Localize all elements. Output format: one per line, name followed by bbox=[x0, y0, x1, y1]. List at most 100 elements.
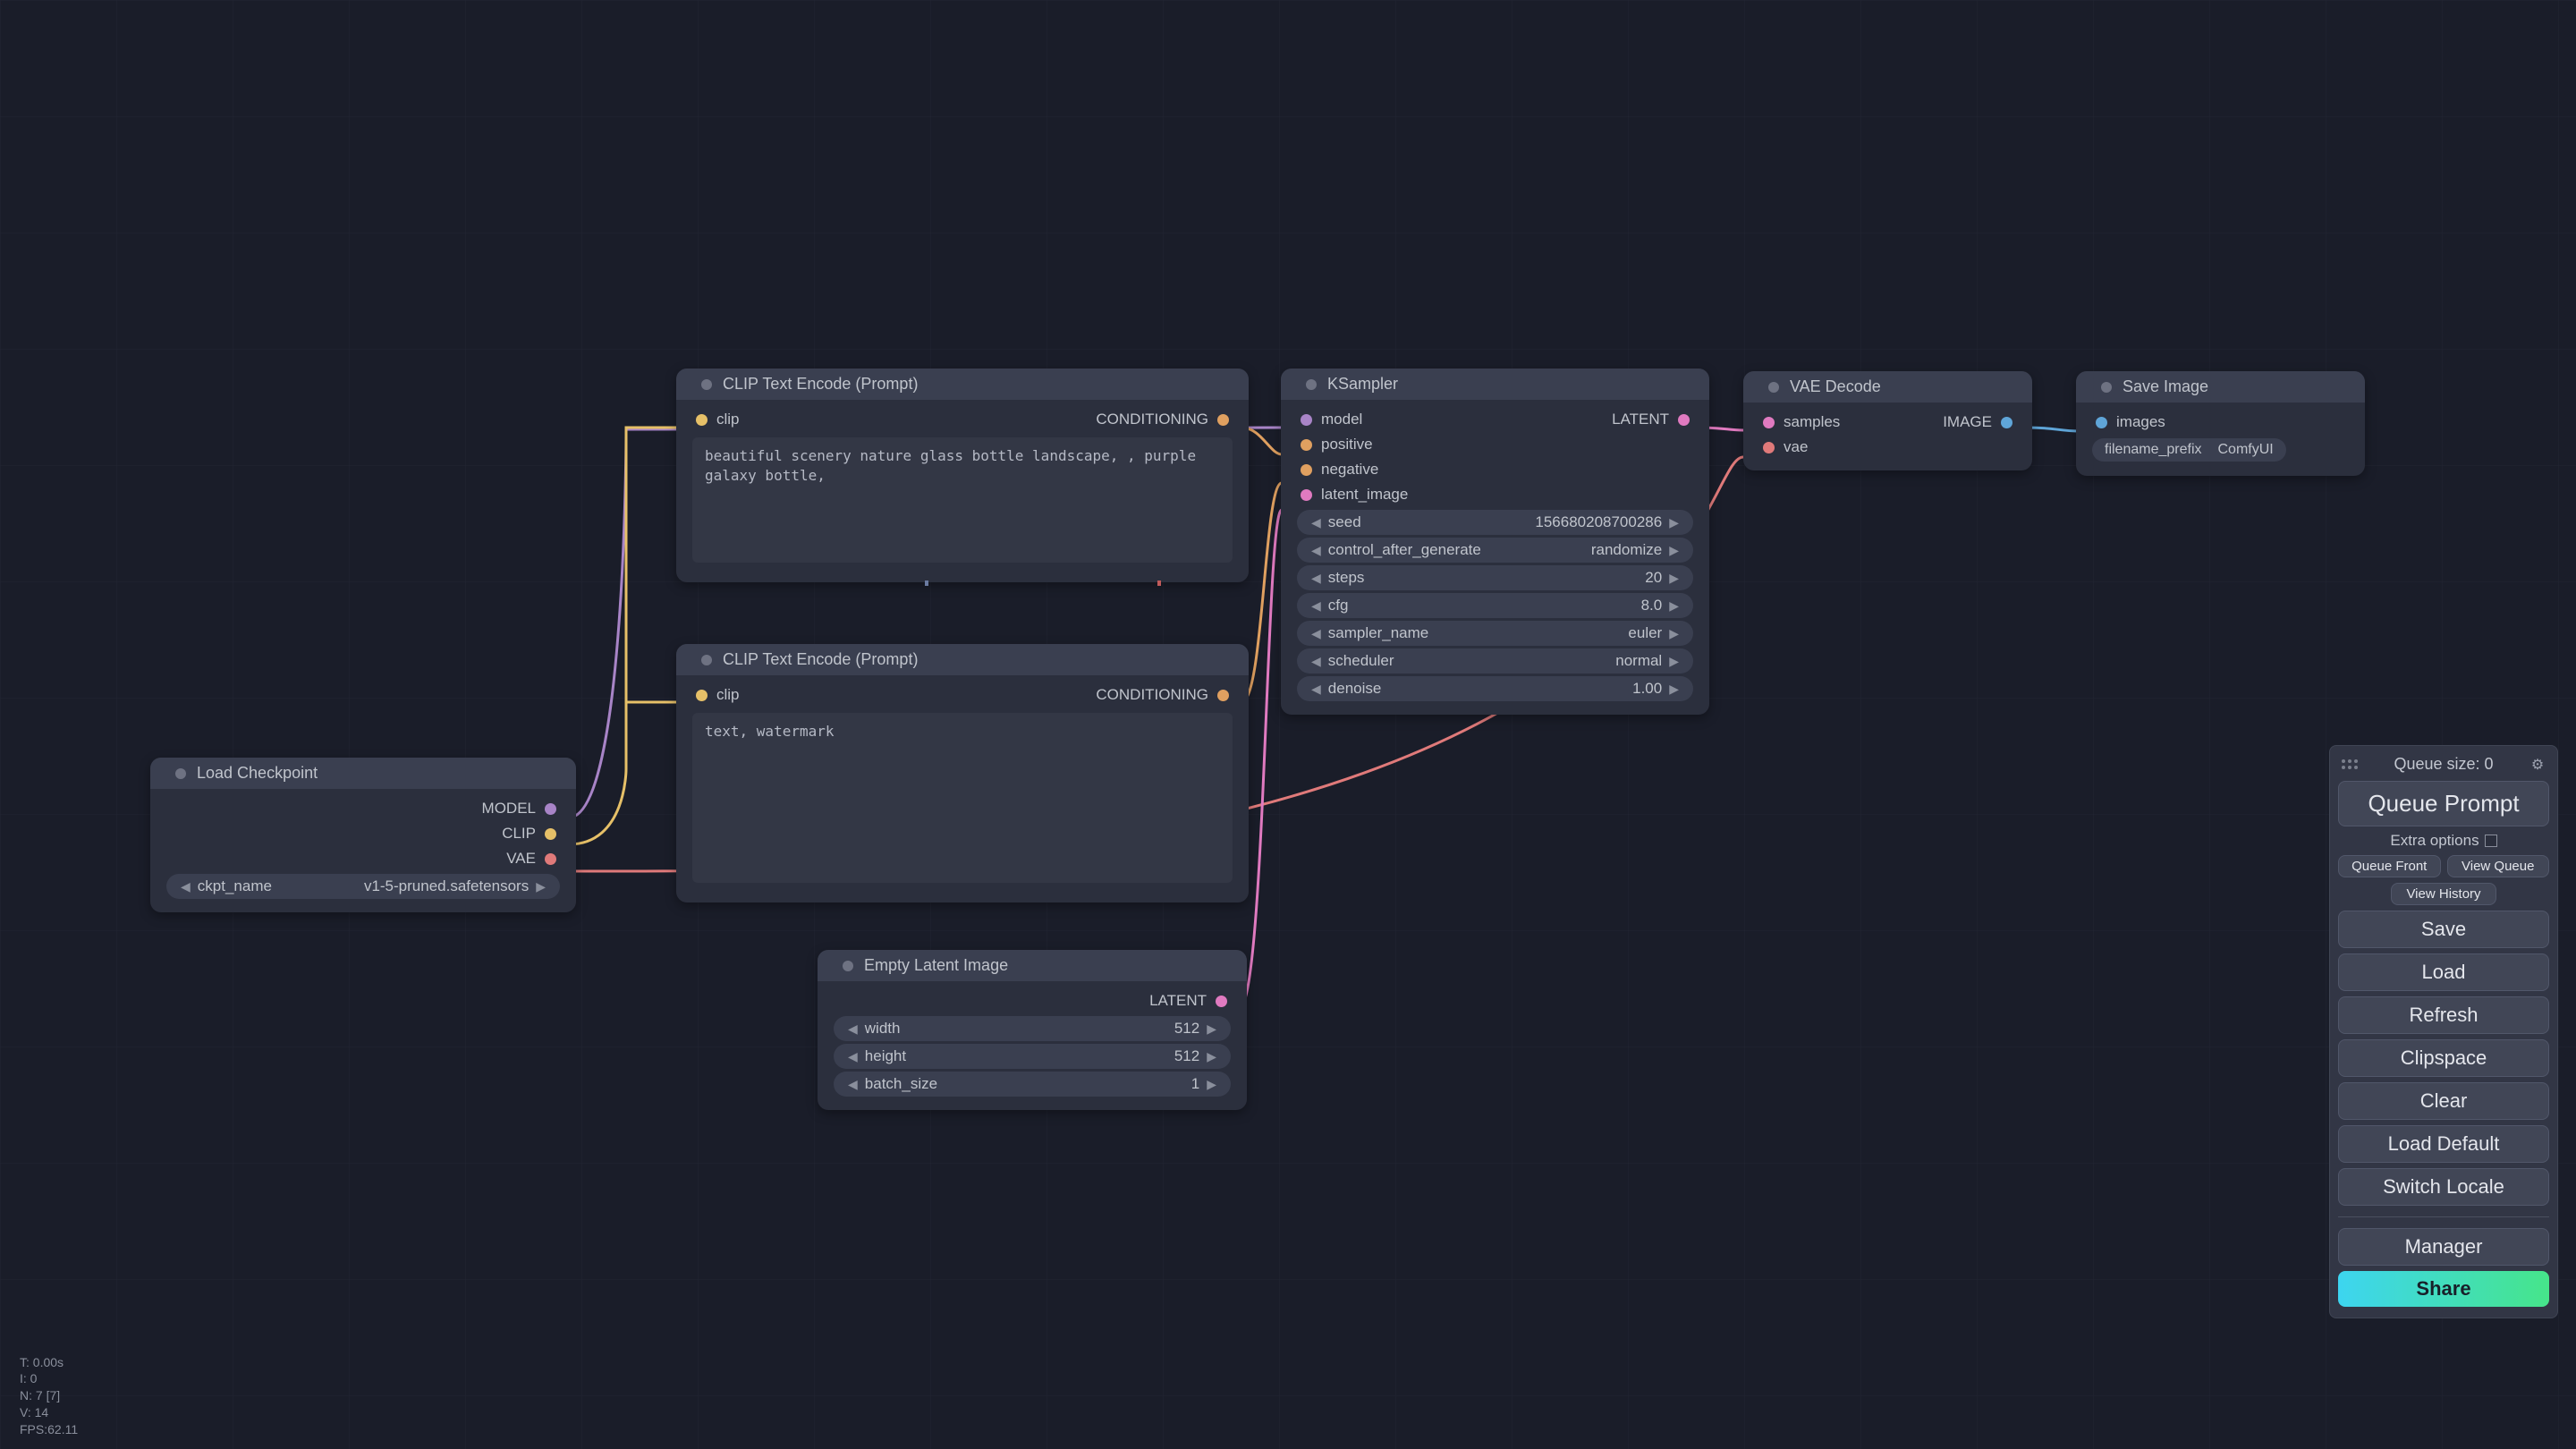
positive-input-socket[interactable] bbox=[1301, 439, 1312, 451]
chevron-right-icon[interactable]: ▶ bbox=[1207, 1021, 1216, 1037]
chevron-right-icon[interactable]: ▶ bbox=[1669, 571, 1679, 586]
param-cfg[interactable]: ◀cfg8.0▶ bbox=[1297, 593, 1693, 618]
resize-handle[interactable] bbox=[925, 580, 928, 586]
samples-input-socket[interactable] bbox=[1763, 417, 1775, 428]
node-clip-text-encode-positive[interactable]: CLIP Text Encode (Prompt) clip CONDITION… bbox=[676, 369, 1249, 582]
param-height[interactable]: ◀height512▶ bbox=[834, 1044, 1231, 1069]
chevron-right-icon[interactable]: ▶ bbox=[1207, 1049, 1216, 1064]
chevron-right-icon[interactable]: ▶ bbox=[1669, 598, 1679, 614]
clip-input-socket[interactable] bbox=[696, 690, 708, 701]
param-steps[interactable]: ◀steps20▶ bbox=[1297, 565, 1693, 590]
manager-button[interactable]: Manager bbox=[2338, 1228, 2549, 1266]
latent-output-socket[interactable] bbox=[1216, 996, 1227, 1007]
queue-prompt-button[interactable]: Queue Prompt bbox=[2338, 781, 2549, 826]
latent-input-socket[interactable] bbox=[1301, 489, 1312, 501]
node-header[interactable]: VAE Decode bbox=[1743, 371, 2032, 402]
extra-options-toggle[interactable]: Extra options bbox=[2338, 832, 2549, 850]
node-load-checkpoint[interactable]: Load Checkpoint MODEL CLIP VAE ◀ ckpt_na… bbox=[150, 758, 576, 912]
chevron-right-icon[interactable]: ▶ bbox=[536, 879, 546, 894]
load-button[interactable]: Load bbox=[2338, 953, 2549, 991]
control-panel[interactable]: Queue size: 0 ⚙ Queue Prompt Extra optio… bbox=[2329, 745, 2558, 1318]
switch-locale-button[interactable]: Switch Locale bbox=[2338, 1168, 2549, 1206]
images-input-socket[interactable] bbox=[2096, 417, 2107, 428]
image-output-socket[interactable] bbox=[2001, 417, 2012, 428]
output-label: IMAGE bbox=[1943, 413, 1992, 431]
chevron-left-icon[interactable]: ◀ bbox=[848, 1049, 858, 1064]
chevron-right-icon[interactable]: ▶ bbox=[1669, 654, 1679, 669]
negative-input-socket[interactable] bbox=[1301, 464, 1312, 476]
prompt-text-input[interactable]: text, watermark bbox=[692, 713, 1233, 883]
collapse-dot-icon[interactable] bbox=[2101, 382, 2112, 393]
node-save-image[interactable]: Save Image images filename_prefix ComfyU… bbox=[2076, 371, 2365, 476]
chevron-left-icon[interactable]: ◀ bbox=[1311, 598, 1321, 614]
param-value: 156680208700286 bbox=[1528, 513, 1669, 531]
chevron-left-icon[interactable]: ◀ bbox=[848, 1077, 858, 1092]
chevron-right-icon[interactable]: ▶ bbox=[1669, 543, 1679, 558]
node-header[interactable]: CLIP Text Encode (Prompt) bbox=[676, 369, 1249, 400]
prompt-text-input[interactable]: beautiful scenery nature glass bottle la… bbox=[692, 437, 1233, 563]
param-width[interactable]: ◀width512▶ bbox=[834, 1016, 1231, 1041]
refresh-button[interactable]: Refresh bbox=[2338, 996, 2549, 1034]
node-header[interactable]: KSampler bbox=[1281, 369, 1709, 400]
vae-input-socket[interactable] bbox=[1763, 442, 1775, 453]
param-sampler_name[interactable]: ◀sampler_nameeuler▶ bbox=[1297, 621, 1693, 646]
chevron-left-icon[interactable]: ◀ bbox=[1311, 571, 1321, 586]
view-history-button[interactable]: View History bbox=[2391, 883, 2496, 905]
node-vae-decode[interactable]: VAE Decode samples IMAGE vae bbox=[1743, 371, 2032, 470]
filename-prefix-input[interactable]: filename_prefix ComfyUI bbox=[2092, 438, 2286, 462]
load-default-button[interactable]: Load Default bbox=[2338, 1125, 2549, 1163]
collapse-dot-icon[interactable] bbox=[701, 379, 712, 390]
share-button[interactable]: Share bbox=[2338, 1271, 2549, 1307]
chevron-left-icon[interactable]: ◀ bbox=[1311, 515, 1321, 530]
collapse-dot-icon[interactable] bbox=[175, 768, 186, 779]
clear-button[interactable]: Clear bbox=[2338, 1082, 2549, 1120]
chevron-left-icon[interactable]: ◀ bbox=[1311, 626, 1321, 641]
collapse-dot-icon[interactable] bbox=[843, 961, 853, 971]
view-queue-button[interactable]: View Queue bbox=[2447, 855, 2550, 877]
drag-handle-icon[interactable] bbox=[2342, 759, 2358, 769]
clip-input-socket[interactable] bbox=[696, 414, 708, 426]
param-denoise[interactable]: ◀denoise1.00▶ bbox=[1297, 676, 1693, 701]
ckpt-name-selector[interactable]: ◀ ckpt_name v1-5-pruned.safetensors ▶ bbox=[166, 874, 560, 899]
node-clip-text-encode-negative[interactable]: CLIP Text Encode (Prompt) clip CONDITION… bbox=[676, 644, 1249, 902]
chevron-left-icon[interactable]: ◀ bbox=[1311, 682, 1321, 697]
param-control_after_generate[interactable]: ◀control_after_generaterandomize▶ bbox=[1297, 538, 1693, 563]
input-label: clip bbox=[716, 686, 740, 704]
save-button[interactable]: Save bbox=[2338, 911, 2549, 948]
model-output-socket[interactable] bbox=[545, 803, 556, 815]
node-header[interactable]: Save Image bbox=[2076, 371, 2365, 402]
conditioning-output-socket[interactable] bbox=[1217, 690, 1229, 701]
vae-output-socket[interactable] bbox=[545, 853, 556, 865]
chevron-left-icon[interactable]: ◀ bbox=[181, 879, 191, 894]
chevron-left-icon[interactable]: ◀ bbox=[848, 1021, 858, 1037]
chevron-right-icon[interactable]: ▶ bbox=[1207, 1077, 1216, 1092]
collapse-dot-icon[interactable] bbox=[1306, 379, 1317, 390]
clip-output-socket[interactable] bbox=[545, 828, 556, 840]
collapse-dot-icon[interactable] bbox=[701, 655, 712, 665]
queue-front-button[interactable]: Queue Front bbox=[2338, 855, 2441, 877]
chevron-right-icon[interactable]: ▶ bbox=[1669, 682, 1679, 697]
param-seed[interactable]: ◀seed156680208700286▶ bbox=[1297, 510, 1693, 535]
node-title: CLIP Text Encode (Prompt) bbox=[723, 375, 918, 394]
gear-icon[interactable]: ⚙ bbox=[2529, 757, 2546, 773]
resize-handle[interactable] bbox=[1157, 580, 1161, 586]
checkbox-icon[interactable] bbox=[2485, 835, 2497, 847]
clipspace-button[interactable]: Clipspace bbox=[2338, 1039, 2549, 1077]
param-scheduler[interactable]: ◀schedulernormal▶ bbox=[1297, 648, 1693, 674]
node-header[interactable]: CLIP Text Encode (Prompt) bbox=[676, 644, 1249, 675]
param-batch_size[interactable]: ◀batch_size1▶ bbox=[834, 1072, 1231, 1097]
chevron-left-icon[interactable]: ◀ bbox=[1311, 543, 1321, 558]
conditioning-output-socket[interactable] bbox=[1217, 414, 1229, 426]
collapse-dot-icon[interactable] bbox=[1768, 382, 1779, 393]
chevron-left-icon[interactable]: ◀ bbox=[1311, 654, 1321, 669]
graph-canvas[interactable] bbox=[0, 0, 2576, 1449]
chevron-right-icon[interactable]: ▶ bbox=[1669, 626, 1679, 641]
output-label: CLIP bbox=[502, 825, 536, 843]
chevron-right-icon[interactable]: ▶ bbox=[1669, 515, 1679, 530]
node-ksampler[interactable]: KSampler model LATENT positive negative … bbox=[1281, 369, 1709, 715]
latent-output-socket[interactable] bbox=[1678, 414, 1690, 426]
node-empty-latent-image[interactable]: Empty Latent Image LATENT ◀width512▶◀hei… bbox=[818, 950, 1247, 1110]
model-input-socket[interactable] bbox=[1301, 414, 1312, 426]
node-header[interactable]: Load Checkpoint bbox=[150, 758, 576, 789]
node-header[interactable]: Empty Latent Image bbox=[818, 950, 1247, 981]
